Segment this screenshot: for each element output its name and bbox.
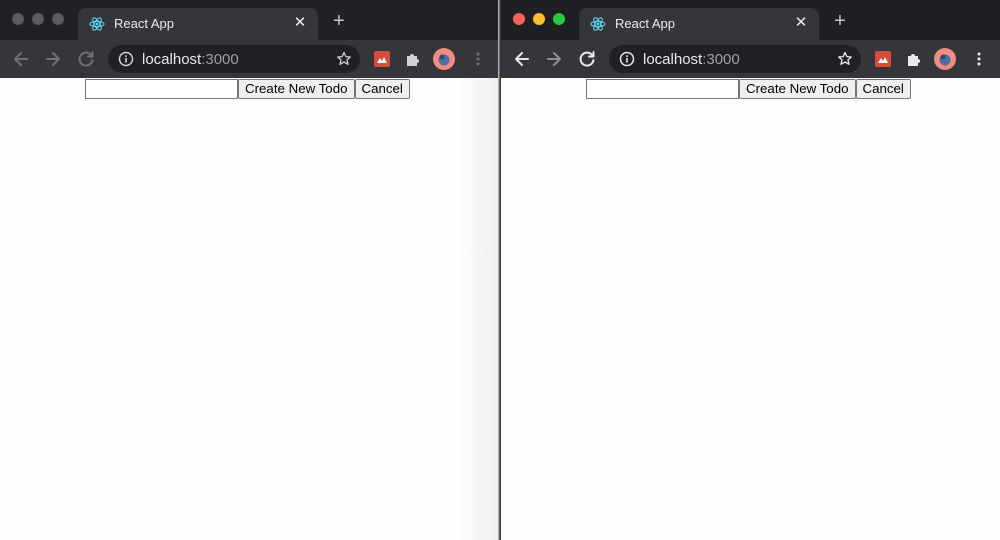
close-window-button[interactable] (513, 13, 525, 25)
back-arrow-icon[interactable] (11, 49, 31, 69)
forward-arrow-icon[interactable] (43, 49, 63, 69)
page-content: Create New Todo Cancel (0, 78, 498, 540)
react-logo-icon (89, 17, 105, 31)
address-bar[interactable]: localhost:3000 (108, 45, 360, 73)
extension-red-icon[interactable] (874, 50, 892, 68)
plus-icon[interactable]: + (330, 11, 348, 31)
todo-form: Create New Todo Cancel (586, 79, 911, 99)
bookmark-star-icon[interactable] (837, 51, 853, 67)
avatar[interactable] (934, 48, 956, 70)
info-icon[interactable] (619, 51, 635, 67)
tab-strip: React App ✕ + (501, 0, 1000, 40)
todo-input[interactable] (85, 79, 238, 99)
reload-icon[interactable] (577, 49, 597, 69)
create-todo-button[interactable]: Create New Todo (238, 79, 355, 99)
close-icon[interactable]: ✕ (292, 15, 308, 31)
close-icon[interactable]: ✕ (793, 15, 809, 31)
browser-window-left: React App ✕ + localhost:3000 Create New … (0, 0, 498, 540)
info-icon[interactable] (118, 51, 134, 67)
url-text: localhost:3000 (643, 51, 740, 68)
zoom-window-button[interactable] (52, 13, 64, 25)
more-menu-icon[interactable] (971, 51, 987, 67)
browser-window-right: React App ✕ + localhost:3000 Create New … (501, 0, 1000, 540)
minimize-window-button[interactable] (533, 13, 545, 25)
tab-react-app[interactable]: React App ✕ (78, 8, 318, 40)
tab-title: React App (615, 16, 675, 31)
url-text: localhost:3000 (142, 51, 239, 68)
todo-input[interactable] (586, 79, 739, 99)
create-todo-button[interactable]: Create New Todo (739, 79, 856, 99)
avatar[interactable] (433, 48, 455, 70)
plus-icon[interactable]: + (831, 11, 849, 31)
address-bar[interactable]: localhost:3000 (609, 45, 861, 73)
page-content: Create New Todo Cancel (501, 78, 1000, 540)
puzzle-extensions-icon[interactable] (905, 50, 923, 68)
cancel-button[interactable]: Cancel (855, 79, 911, 99)
puzzle-extensions-icon[interactable] (404, 50, 422, 68)
close-window-button[interactable] (12, 13, 24, 25)
zoom-window-button[interactable] (553, 13, 565, 25)
minimize-window-button[interactable] (32, 13, 44, 25)
back-arrow-icon[interactable] (512, 49, 532, 69)
todo-form: Create New Todo Cancel (85, 79, 410, 99)
extension-red-icon[interactable] (373, 50, 391, 68)
forward-arrow-icon[interactable] (544, 49, 564, 69)
more-menu-icon[interactable] (470, 51, 486, 67)
tab-title: React App (114, 16, 174, 31)
browser-toolbar: localhost:3000 (0, 40, 498, 78)
react-logo-icon (590, 17, 606, 31)
url-host: localhost (643, 51, 703, 68)
tab-strip: React App ✕ + (0, 0, 498, 40)
bookmark-star-icon[interactable] (336, 51, 352, 67)
url-port: :3000 (201, 51, 239, 68)
browser-toolbar: localhost:3000 (501, 40, 1000, 78)
url-host: localhost (142, 51, 202, 68)
cancel-button[interactable]: Cancel (354, 79, 410, 99)
url-port: :3000 (702, 51, 740, 68)
reload-icon[interactable] (76, 49, 96, 69)
tab-react-app[interactable]: React App ✕ (579, 8, 819, 40)
